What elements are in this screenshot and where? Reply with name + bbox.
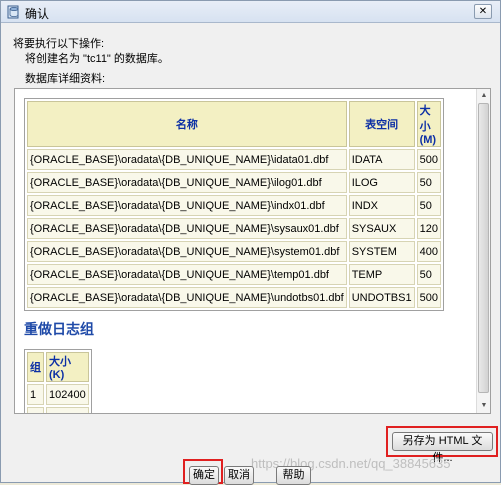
datafile-size: 50 — [416, 195, 441, 216]
table-row: 2 102400 — [27, 407, 89, 413]
datafile-tablespace: SYSTEM — [348, 241, 415, 262]
datafile-tablespace: IDATA — [348, 149, 415, 170]
redo-header-row: 组 大小 (K) — [27, 352, 89, 382]
cancel-button[interactable]: 取消 — [224, 466, 254, 485]
table-row: {ORACLE_BASE}\oradata\{DB_UNIQUE_NAME}\i… — [27, 172, 441, 193]
window-title: 确认 — [25, 7, 50, 21]
scroll-thumb[interactable] — [478, 103, 489, 393]
intro-line-1: 将要执行以下操作: — [13, 38, 105, 50]
datafile-size: 120 — [416, 218, 441, 239]
scroll-up-icon[interactable]: ▲ — [479, 91, 489, 101]
intro-line-3: 数据库详细资料: — [25, 73, 106, 85]
datafile-size: 50 — [416, 264, 441, 285]
datafile-size: 50 — [416, 172, 441, 193]
datafile-name: {ORACLE_BASE}\oradata\{DB_UNIQUE_NAME}\i… — [27, 195, 347, 216]
close-button[interactable]: ✕ — [474, 4, 492, 19]
datafile-name: {ORACLE_BASE}\oradata\{DB_UNIQUE_NAME}\i… — [27, 172, 347, 193]
confirm-dialog: 确认 ✕ 将要执行以下操作: 将创建名为 "tc11" 的数据库。 数据库详细资… — [0, 0, 501, 485]
header-name: 名称 — [27, 101, 347, 147]
scroll-down-icon[interactable]: ▼ — [479, 401, 489, 411]
redo-table: 组 大小 (K) 1 102400 2 102400 3 102 — [24, 349, 92, 413]
datafile-size: 500 — [416, 149, 441, 170]
datafiles-table: 名称 表空间 大小 (M) {ORACLE_BASE}\oradata\{DB_… — [24, 98, 444, 311]
datafile-name: {ORACLE_BASE}\oradata\{DB_UNIQUE_NAME}\u… — [27, 287, 347, 308]
title-bar: 确认 ✕ — [1, 1, 500, 23]
header-redo-size: 大小 (K) — [46, 352, 89, 382]
datafile-tablespace: SYSAUX — [348, 218, 415, 239]
datafile-tablespace: UNDOTBS1 — [348, 287, 415, 308]
datafile-size: 400 — [416, 241, 441, 262]
redo-heading: 重做日志组 — [24, 321, 94, 337]
header-size: 大小 (M) — [416, 101, 441, 147]
header-group: 组 — [27, 352, 44, 382]
table-row: {ORACLE_BASE}\oradata\{DB_UNIQUE_NAME}\i… — [27, 149, 441, 170]
table-row: {ORACLE_BASE}\oradata\{DB_UNIQUE_NAME}\s… — [27, 218, 441, 239]
table-row: {ORACLE_BASE}\oradata\{DB_UNIQUE_NAME}\u… — [27, 287, 441, 308]
datafiles-header-row: 名称 表空间 大小 (M) — [27, 101, 441, 147]
redo-size: 102400 — [46, 384, 89, 405]
datafile-tablespace: TEMP — [348, 264, 415, 285]
details-content: 名称 表空间 大小 (M) {ORACLE_BASE}\oradata\{DB_… — [24, 98, 476, 413]
datafile-size: 500 — [416, 287, 441, 308]
datafile-name: {ORACLE_BASE}\oradata\{DB_UNIQUE_NAME}\s… — [27, 218, 347, 239]
database-icon — [7, 5, 21, 19]
ok-button[interactable]: 确定 — [189, 466, 219, 485]
table-row: 1 102400 — [27, 384, 89, 405]
save-as-html-button[interactable]: 另存为 HTML 文件... — [392, 432, 493, 464]
redo-size: 102400 — [46, 407, 89, 413]
close-icon: ✕ — [478, 6, 488, 17]
datafile-tablespace: ILOG — [348, 172, 415, 193]
intro-line-2: 将创建名为 "tc11" 的数据库。 — [25, 53, 169, 65]
datafile-tablespace: INDX — [348, 195, 415, 216]
table-row: {ORACLE_BASE}\oradata\{DB_UNIQUE_NAME}\i… — [27, 195, 441, 216]
redo-group: 1 — [27, 384, 44, 405]
table-row: {ORACLE_BASE}\oradata\{DB_UNIQUE_NAME}\t… — [27, 264, 441, 285]
details-pane: 名称 表空间 大小 (M) {ORACLE_BASE}\oradata\{DB_… — [14, 88, 491, 414]
vertical-scrollbar[interactable]: ▲ ▼ — [476, 89, 490, 413]
datafile-name: {ORACLE_BASE}\oradata\{DB_UNIQUE_NAME}\i… — [27, 149, 347, 170]
help-button[interactable]: 帮助 — [276, 466, 311, 485]
table-row: {ORACLE_BASE}\oradata\{DB_UNIQUE_NAME}\s… — [27, 241, 441, 262]
datafile-name: {ORACLE_BASE}\oradata\{DB_UNIQUE_NAME}\t… — [27, 264, 347, 285]
redo-group: 2 — [27, 407, 44, 413]
datafile-name: {ORACLE_BASE}\oradata\{DB_UNIQUE_NAME}\s… — [27, 241, 347, 262]
header-tablespace: 表空间 — [348, 101, 415, 147]
